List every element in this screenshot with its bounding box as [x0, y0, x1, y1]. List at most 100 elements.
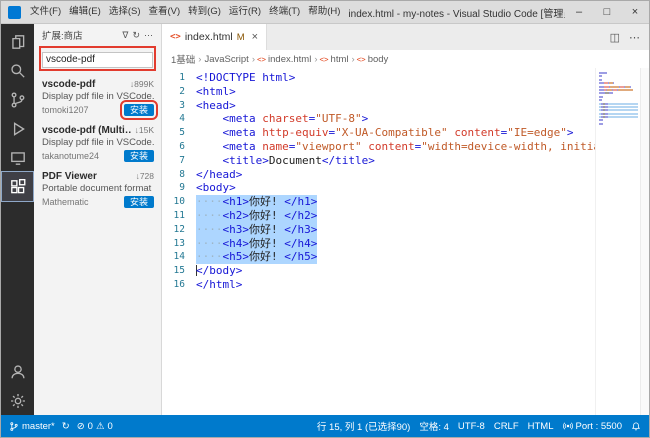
- minimize-icon[interactable]: –: [565, 2, 593, 23]
- menu-item-1[interactable]: 文件(F): [26, 1, 65, 23]
- settings-gear-icon[interactable]: [2, 386, 33, 415]
- menu-item-5[interactable]: 转到(G): [184, 1, 225, 23]
- minimap-content: [599, 72, 638, 125]
- minimap-token: [605, 109, 608, 111]
- sync-icon[interactable]: ↻: [62, 421, 70, 432]
- encoding[interactable]: UTF-8: [458, 421, 485, 432]
- cursor-position[interactable]: 行 15, 列 1 (已选择90): [317, 419, 410, 433]
- indentation[interactable]: 空格: 4: [419, 419, 449, 433]
- explorer-icon[interactable]: [2, 27, 33, 56]
- line-number: 12: [162, 223, 196, 237]
- code-line[interactable]: 7 <title>Document</title>: [162, 154, 595, 168]
- extensions-icon[interactable]: [2, 172, 33, 201]
- menu-item-8[interactable]: 帮助(H): [304, 1, 344, 23]
- vertical-scrollbar[interactable]: [640, 68, 649, 415]
- minimap-token: [609, 92, 613, 94]
- maximize-icon[interactable]: □: [593, 2, 621, 23]
- breadcrumb-item[interactable]: JavaScript: [203, 54, 249, 65]
- run-debug-icon[interactable]: [2, 114, 33, 143]
- breadcrumb-item[interactable]: 1基础: [170, 52, 196, 66]
- code-token: >: [362, 112, 369, 125]
- breadcrumb-item[interactable]: body: [367, 54, 390, 65]
- minimap[interactable]: [595, 68, 640, 415]
- install-button[interactable]: 安装: [124, 150, 154, 162]
- code-token: </h5>: [284, 250, 317, 263]
- account-icon[interactable]: [2, 357, 33, 386]
- code-line[interactable]: 2<html>: [162, 85, 595, 99]
- code-line-text: <!DOCTYPE html>: [196, 71, 295, 85]
- remote-explorer-icon[interactable]: [2, 143, 33, 172]
- extension-item[interactable]: vscode-pdf (Multi…↓15KDisplay pdf file i…: [34, 121, 161, 167]
- filter-icon[interactable]: ∇: [120, 30, 130, 41]
- code-file-icon: <>: [257, 55, 266, 64]
- line-number: 10: [162, 195, 196, 209]
- vscode-logo-icon: [8, 6, 21, 19]
- minimap-line: [599, 75, 638, 77]
- more-actions-icon[interactable]: ⋯: [142, 30, 155, 41]
- status-left: master* ↻ ⊘ 0 ⚠ 0: [9, 421, 113, 432]
- warning-count: 0: [108, 421, 113, 432]
- code-line-text: ····<h2>你好! </h2>: [196, 209, 317, 223]
- code-line[interactable]: 8</head>: [162, 168, 595, 182]
- menu-item-7[interactable]: 终端(T): [265, 1, 304, 23]
- line-number: 14: [162, 250, 196, 264]
- main-area: 扩展:商店 ∇ ↻ ⋯ vscode-pdf↓899KDisplay pdf f…: [1, 24, 649, 415]
- menu-item-4[interactable]: 查看(V): [144, 1, 184, 23]
- search-icon[interactable]: [2, 56, 33, 85]
- notifications-bell-icon[interactable]: [631, 421, 641, 432]
- code-token: name: [262, 140, 289, 153]
- extension-item[interactable]: vscode-pdf↓899KDisplay pdf file in VSCod…: [34, 75, 161, 121]
- git-branch-item[interactable]: master*: [9, 421, 55, 432]
- install-button[interactable]: 安装: [124, 196, 154, 208]
- breadcrumb-item[interactable]: html: [330, 54, 350, 65]
- code-line[interactable]: 16</html>: [162, 278, 595, 292]
- chevron-right-icon: ›: [250, 54, 257, 65]
- language-mode[interactable]: HTML: [528, 421, 554, 432]
- eol-sequence[interactable]: CRLF: [494, 421, 519, 432]
- line-number: 9: [162, 181, 196, 195]
- code-line[interactable]: 15</body>: [162, 264, 595, 278]
- code-line[interactable]: 11····<h2>你好! </h2>: [162, 209, 595, 223]
- extension-description: Display pdf file in VSCode.: [42, 137, 154, 148]
- code-token: <meta: [196, 112, 262, 125]
- code-line-text: ····<h5>你好! </h5>: [196, 250, 317, 264]
- menu-item-6[interactable]: 运行(R): [225, 1, 265, 23]
- tab-index-html[interactable]: <> index.html M ×: [162, 24, 267, 50]
- minimap-line: [599, 89, 638, 91]
- code-token: content: [454, 126, 500, 139]
- editor-more-actions-icon[interactable]: ⋯: [629, 31, 640, 44]
- code-line[interactable]: 4 <meta charset="UTF-8">: [162, 112, 595, 126]
- code-line[interactable]: 10····<h1>你好! </h1>: [162, 195, 595, 209]
- menu-item-2[interactable]: 编辑(E): [65, 1, 105, 23]
- code-token: "viewport": [295, 140, 361, 153]
- code-line[interactable]: 14····<h5>你好! </h5>: [162, 250, 595, 264]
- code-token: http-equiv: [262, 126, 328, 139]
- code-line[interactable]: 13····<h4>你好! </h4>: [162, 237, 595, 251]
- live-server-port[interactable]: Port : 5500: [563, 421, 622, 432]
- code-line[interactable]: 9<body>: [162, 181, 595, 195]
- tab-close-icon[interactable]: ×: [252, 31, 258, 43]
- code-line[interactable]: 5 <meta http-equiv="X-UA-Compatible" con…: [162, 126, 595, 140]
- code-token: <h5>: [223, 250, 250, 263]
- menu-item-3[interactable]: 选择(S): [105, 1, 145, 23]
- code-line[interactable]: 6 <meta name="viewport" content="width=d…: [162, 140, 595, 154]
- extension-author: Mathematic: [42, 197, 124, 207]
- extension-item[interactable]: PDF Viewer↓728Portable document format (…: [34, 167, 161, 213]
- close-icon[interactable]: ×: [621, 2, 649, 23]
- breadcrumb-item[interactable]: index.html: [267, 54, 312, 65]
- code-line[interactable]: 12····<h3>你好! </h3>: [162, 223, 595, 237]
- code-editor[interactable]: 1<!DOCTYPE html>2<html>3<head>4 <meta ch…: [162, 68, 649, 415]
- extension-author: tomoki1207: [42, 105, 124, 115]
- split-editor-icon[interactable]: ◫: [610, 31, 620, 44]
- install-button[interactable]: 安装: [124, 104, 154, 116]
- extensions-search-input[interactable]: [42, 52, 153, 68]
- code-line-text: <head>: [196, 99, 236, 113]
- branch-name: master*: [22, 421, 55, 432]
- error-count: 0: [88, 421, 93, 432]
- code-line[interactable]: 1<!DOCTYPE html>: [162, 71, 595, 85]
- refresh-icon[interactable]: ↻: [130, 30, 142, 41]
- code-line[interactable]: 3<head>: [162, 99, 595, 113]
- problems-item[interactable]: ⊘ 0 ⚠ 0: [77, 421, 113, 432]
- source-control-icon[interactable]: [2, 85, 33, 114]
- extension-list: vscode-pdf↓899KDisplay pdf file in VSCod…: [34, 75, 161, 416]
